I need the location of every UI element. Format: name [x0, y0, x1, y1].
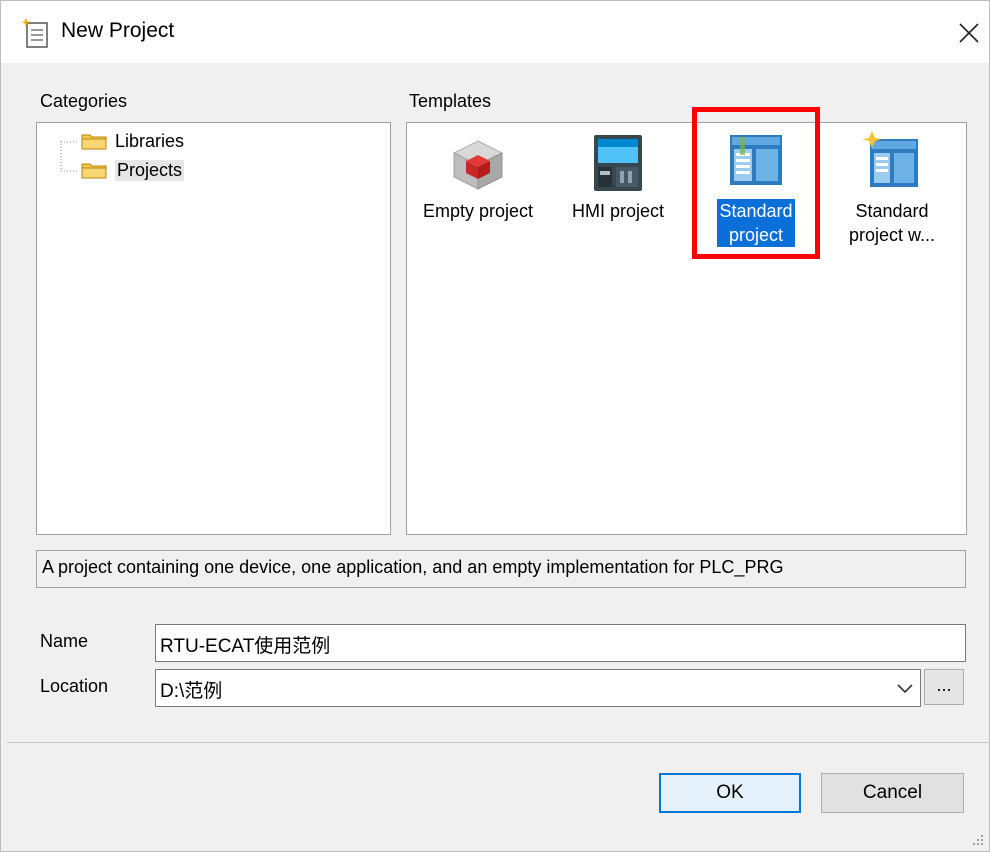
folder-icon — [81, 163, 107, 179]
template-label: HMI project — [571, 201, 665, 221]
template-description: A project containing one device, one app… — [36, 550, 966, 588]
ok-button[interactable]: OK — [659, 773, 801, 813]
template-standard-project-wizard[interactable]: Standard project w... — [827, 131, 957, 247]
new-project-icon — [21, 18, 48, 48]
tree-item-label: Projects — [115, 159, 185, 181]
dialog-title: New Project — [61, 19, 175, 42]
template-label: Empty project — [422, 201, 534, 221]
hmi-project-icon — [594, 135, 642, 191]
templates-label: Templates — [409, 91, 492, 111]
location-label: Location — [40, 676, 109, 696]
template-hmi-project[interactable]: HMI project — [553, 131, 683, 223]
folder-icon — [81, 134, 107, 150]
cancel-button[interactable]: Cancel — [821, 773, 964, 813]
tree-item-label: Libraries — [115, 130, 185, 151]
tree-item-libraries[interactable]: Libraries — [81, 128, 184, 154]
title-bar: New Project — [1, 1, 989, 63]
template-label: Standard project w... — [848, 201, 936, 245]
standard-project-wizard-icon — [862, 131, 918, 187]
categories-tree[interactable]: Libraries Projects — [36, 122, 391, 535]
categories-label: Categories — [40, 91, 128, 111]
highlight-annotation — [692, 107, 820, 259]
name-label: Name — [40, 631, 89, 651]
name-input[interactable]: RTU-ECAT使用范例 — [155, 624, 966, 662]
close-icon — [959, 23, 979, 43]
new-project-dialog: New Project Categories Libraries Project… — [0, 0, 990, 852]
location-combobox[interactable]: D:\范例 — [155, 669, 921, 707]
empty-project-icon — [452, 140, 504, 190]
templates-list[interactable]: Empty project HMI project Standard proje… — [406, 122, 967, 535]
resize-grip-icon[interactable] — [969, 831, 985, 847]
chevron-down-icon[interactable] — [893, 677, 917, 701]
tree-item-projects[interactable]: Projects — [81, 157, 185, 183]
browse-button[interactable]: ... — [924, 669, 964, 705]
divider — [7, 742, 989, 743]
close-button[interactable] — [949, 13, 989, 53]
template-empty-project[interactable]: Empty project — [413, 131, 543, 223]
